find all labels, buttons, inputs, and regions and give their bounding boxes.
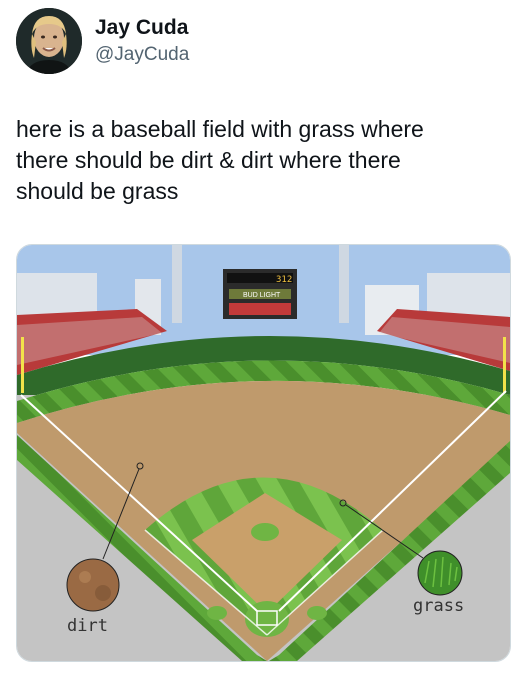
baseball-field-illustration: 312 BUD LIGHT dirt grass xyxy=(17,245,510,661)
scoreboard-sign: BUD LIGHT xyxy=(243,292,281,299)
scoreboard-number: 312 xyxy=(276,275,292,285)
dirt-label: dirt xyxy=(67,616,108,636)
author-handle[interactable]: @JayCuda xyxy=(95,44,189,66)
avatar[interactable] xyxy=(16,8,82,74)
author-name[interactable]: Jay Cuda xyxy=(95,16,188,40)
tweet-text: here is a baseball field with grass wher… xyxy=(16,116,424,204)
scoreboard: 312 BUD LIGHT xyxy=(223,269,297,319)
avatar-image xyxy=(16,8,82,74)
tweet-media[interactable]: 312 BUD LIGHT dirt grass xyxy=(16,244,511,662)
grass-label: grass xyxy=(413,596,464,616)
